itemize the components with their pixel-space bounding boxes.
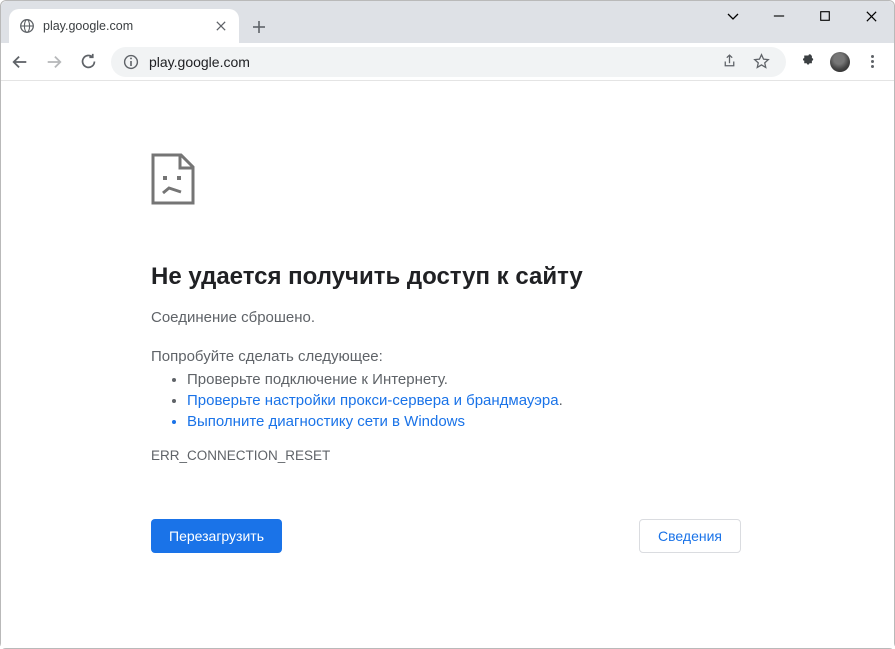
avatar-icon bbox=[830, 52, 850, 72]
address-bar-url: play.google.com bbox=[149, 54, 714, 70]
details-button[interactable]: Сведения bbox=[639, 519, 741, 553]
error-suggestions: Проверьте подключение к Интернету. Прове… bbox=[151, 371, 771, 430]
error-message: Соединение сброшено. bbox=[151, 309, 771, 326]
new-tab-button[interactable] bbox=[245, 13, 273, 41]
error-code: ERR_CONNECTION_RESET bbox=[151, 448, 771, 463]
suggestion-windows-diagnostics-link[interactable]: Выполните диагностику сети в Windows bbox=[187, 413, 771, 430]
reload-button[interactable] bbox=[71, 47, 105, 77]
close-tab-button[interactable] bbox=[213, 18, 229, 34]
tab-search-button[interactable] bbox=[710, 1, 756, 31]
error-try-label: Попробуйте сделать следующее: bbox=[151, 348, 771, 365]
share-icon[interactable] bbox=[714, 48, 744, 76]
error-page: Не удается получить доступ к сайту Соеди… bbox=[151, 153, 771, 553]
toolbar: play.google.com bbox=[1, 43, 894, 81]
suggestion-check-connection: Проверьте подключение к Интернету. bbox=[187, 371, 771, 388]
active-tab[interactable]: play.google.com bbox=[9, 9, 239, 43]
minimize-button[interactable] bbox=[756, 1, 802, 31]
profile-button[interactable] bbox=[824, 47, 856, 77]
reload-page-button[interactable]: Перезагрузить bbox=[151, 519, 282, 553]
address-bar[interactable]: play.google.com bbox=[111, 47, 786, 77]
tab-title: play.google.com bbox=[43, 19, 213, 33]
browser-window: play.google.com bbox=[0, 0, 895, 649]
menu-button[interactable] bbox=[856, 47, 888, 77]
page-content: Не удается получить доступ к сайту Соеди… bbox=[1, 81, 894, 648]
maximize-button[interactable] bbox=[802, 1, 848, 31]
sad-file-icon bbox=[151, 153, 223, 225]
error-buttons: Перезагрузить Сведения bbox=[151, 519, 741, 553]
extensions-button[interactable] bbox=[792, 47, 824, 77]
globe-icon bbox=[19, 18, 35, 34]
error-title: Не удается получить доступ к сайту bbox=[151, 263, 771, 291]
forward-button[interactable] bbox=[37, 47, 71, 77]
tab-strip: play.google.com bbox=[1, 1, 894, 43]
bookmark-icon[interactable] bbox=[746, 48, 776, 76]
site-info-icon[interactable] bbox=[121, 52, 141, 72]
close-window-button[interactable] bbox=[848, 1, 894, 31]
suggestion-proxy-firewall: Проверьте настройки прокси-сервера и бра… bbox=[187, 392, 771, 409]
suggestion-proxy-firewall-link[interactable]: Проверьте настройки прокси-сервера и бра… bbox=[187, 392, 559, 409]
window-controls bbox=[710, 1, 894, 35]
back-button[interactable] bbox=[3, 47, 37, 77]
